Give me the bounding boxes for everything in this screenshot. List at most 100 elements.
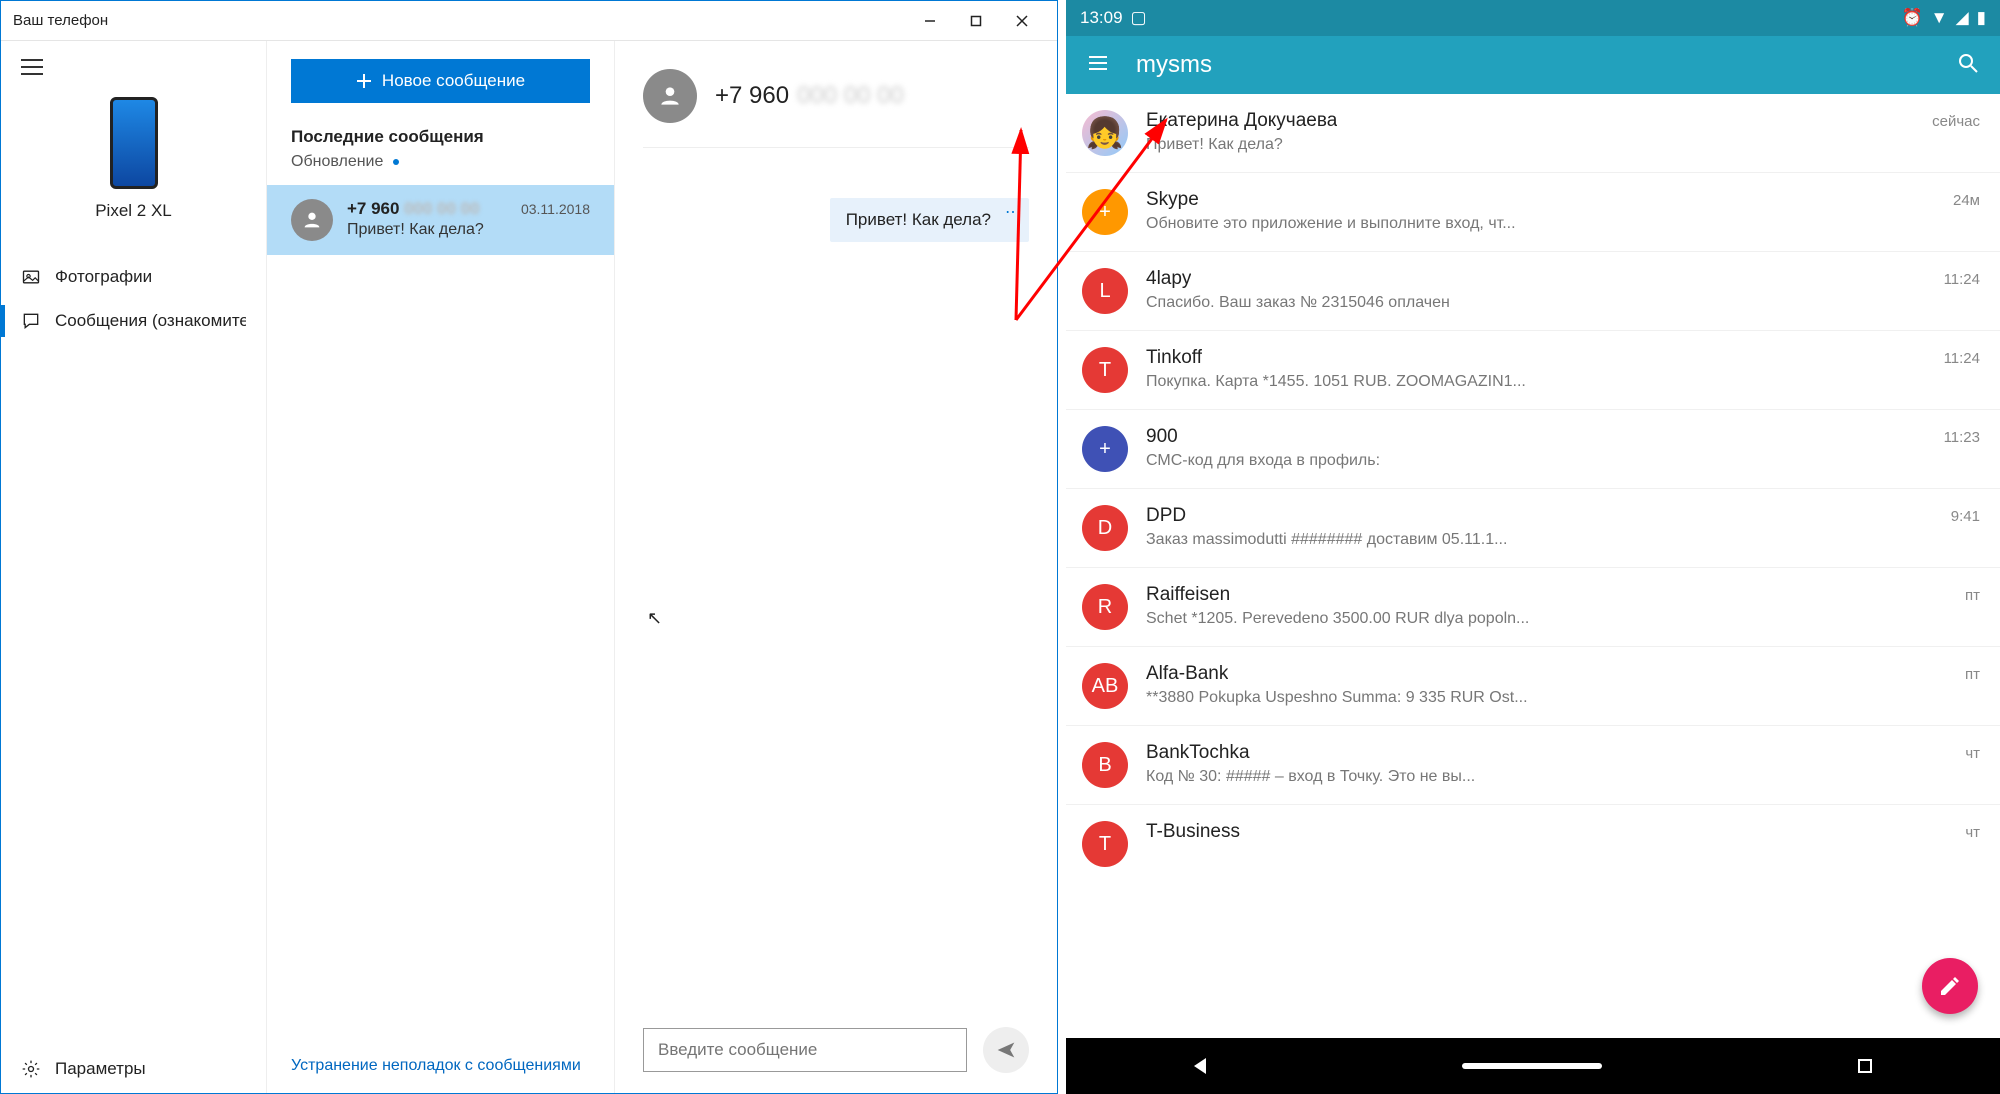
android-phone-screenshot: 13:09 ▢ ⏰ ▼ ◢ ▮ mysms Екатерина Докучаев… — [1066, 0, 2000, 1094]
send-button[interactable] — [983, 1027, 1029, 1073]
sms-preview: СМС-код для входа в профиль: — [1146, 452, 1980, 470]
sms-time: чт — [1965, 745, 1980, 762]
avatar: AB — [1082, 663, 1128, 709]
sms-preview: Покупка. Карта *1455. 1051 RUB. ZOOMAGAZ… — [1146, 373, 1980, 391]
nav-back-button[interactable] — [1194, 1058, 1206, 1074]
search-button[interactable] — [1956, 51, 1980, 80]
sms-time: чт — [1965, 824, 1980, 841]
nav-home-button[interactable] — [1462, 1063, 1602, 1069]
conversation-item[interactable]: +7 960 000 00 00 03.11.2018 Привет! Как … — [267, 185, 614, 255]
photos-icon — [21, 267, 41, 287]
sms-conversation-item[interactable]: ABAlfa-Bankпт**3880 Pokupka Uspeshno Sum… — [1066, 647, 2000, 726]
avatar: + — [1082, 426, 1128, 472]
troubleshoot-link[interactable]: Устранение неполадок с сообщениями — [291, 1057, 581, 1074]
sms-sender-name: Raiffeisen — [1146, 584, 1230, 606]
alarm-icon: ⏰ — [1902, 8, 1923, 28]
phone-preview: Pixel 2 XL — [1, 85, 266, 225]
sms-time: 9:41 — [1951, 508, 1980, 525]
nav-recents-button[interactable] — [1858, 1059, 1872, 1073]
rail-item-messages[interactable]: Сообщения (ознакомительная версия) — [1, 299, 266, 343]
minimize-button[interactable] — [907, 1, 953, 41]
plus-icon — [356, 73, 372, 89]
sms-preview: Заказ massimodutti ######## доставим 05.… — [1146, 531, 1980, 549]
left-rail: Pixel 2 XL Фотографии Сообщения (ознаком… — [1, 41, 267, 1093]
chat-title-number: +7 960 — [715, 82, 789, 110]
recent-messages-title: Последние сообщения — [267, 127, 614, 147]
app-title: mysms — [1136, 51, 1212, 79]
sms-sender-name: Skype — [1146, 189, 1199, 211]
sms-sender-name: DPD — [1146, 505, 1186, 527]
rail-item-photos[interactable]: Фотографии — [1, 255, 266, 299]
sms-sender-name: 900 — [1146, 426, 1178, 448]
android-statusbar: 13:09 ▢ ⏰ ▼ ◢ ▮ — [1066, 0, 2000, 36]
status-time: 13:09 — [1080, 8, 1123, 28]
update-label: Обновление — [291, 153, 383, 171]
avatar — [1082, 110, 1128, 156]
close-button[interactable] — [999, 1, 1045, 41]
sms-conversation-item[interactable]: +Skype24мОбновите это приложение и выпол… — [1066, 173, 2000, 252]
sms-preview: **3880 Pokupka Uspeshno Summa: 9 335 RUR… — [1146, 689, 1980, 707]
sms-time: 11:24 — [1944, 350, 1980, 367]
conversation-number: +7 960 — [347, 199, 399, 218]
avatar — [643, 69, 697, 123]
rail-label: Параметры — [55, 1059, 146, 1079]
rail-item-settings[interactable]: Параметры — [1, 1045, 266, 1093]
sms-conversation-item[interactable]: +900 11:23 СМС-код для входа в профиль: — [1066, 410, 2000, 489]
sms-conversation-item[interactable]: RRaiffeisenптSchet *1205. Perevedeno 350… — [1066, 568, 2000, 647]
conversation-list: Новое сообщение Последние сообщения Обно… — [267, 41, 615, 1093]
status-app-icon: ▢ — [1131, 8, 1147, 28]
outgoing-message-bubble: Привет! Как дела? — [830, 198, 1029, 242]
sms-time: 11:24 — [1944, 271, 1980, 288]
sms-preview: Код № 30: ##### – вход в Точку. Это не в… — [1146, 768, 1980, 786]
rail-label: Фотографии — [55, 267, 152, 287]
sms-time: сейчас — [1932, 113, 1980, 130]
chat-body: Привет! Как дела? ↖ — [643, 148, 1029, 1027]
chat-pane: +7 960 000 00 00 Привет! Как дела? ↖ — [615, 41, 1057, 1093]
app-bar: mysms — [1066, 36, 2000, 94]
rail-label: Сообщения (ознакомительная версия) — [55, 311, 246, 331]
avatar: T — [1082, 821, 1128, 867]
sms-conversation-item[interactable]: T T-Business чт — [1066, 805, 2000, 883]
message-text: Привет! Как дела? — [846, 210, 991, 229]
conversation-number-hidden: 000 00 00 — [404, 199, 480, 218]
compose-fab[interactable] — [1922, 958, 1978, 1014]
sms-sender-name: 4lapy — [1146, 268, 1191, 290]
sms-time: пт — [1965, 666, 1980, 683]
sms-list[interactable]: Екатерина Докучаева сейчас Привет! Как дел… — [1066, 94, 2000, 1038]
sms-sender-name: Tinkoff — [1146, 347, 1202, 369]
your-phone-window: Ваш телефон Pixel 2 XL Фотографии — [0, 0, 1058, 1094]
maximize-button[interactable] — [953, 1, 999, 41]
sms-time: 11:23 — [1944, 429, 1980, 446]
sms-preview: Schet *1205. Perevedeno 3500.00 RUR dlya… — [1146, 610, 1980, 628]
avatar: D — [1082, 505, 1128, 551]
conversation-date: 03.11.2018 — [521, 201, 590, 217]
message-input[interactable] — [643, 1028, 967, 1072]
sms-preview: Привет! Как дела? — [1146, 136, 1980, 154]
wifi-icon: ▼ — [1931, 8, 1948, 28]
avatar: T — [1082, 347, 1128, 393]
sms-conversation-item[interactable]: T Tinkoff 11:24 Покупка. Карта *1455. 1051 … — [1066, 331, 2000, 410]
sms-conversation-item[interactable]: Екатерина Докучаева сейчас Привет! Как дел… — [1066, 94, 2000, 173]
update-row[interactable]: Обновление — [267, 147, 614, 185]
chat-header: +7 960 000 00 00 — [643, 69, 1029, 148]
update-dot-icon — [393, 159, 399, 165]
battery-icon: ▮ — [1977, 8, 1986, 28]
sms-preview: Обновите это приложение и выполните вход… — [1146, 215, 1980, 233]
mouse-cursor-icon: ↖ — [647, 608, 662, 629]
new-message-button[interactable]: Новое сообщение — [291, 59, 590, 103]
drawer-button[interactable] — [1086, 51, 1110, 80]
hamburger-button[interactable] — [21, 59, 43, 75]
sms-conversation-item[interactable]: BBankTochkaчтКод № 30: ##### – вход в То… — [1066, 726, 2000, 805]
sms-time: пт — [1965, 587, 1980, 604]
phone-name: Pixel 2 XL — [95, 201, 172, 221]
sms-conversation-item[interactable]: L4lapy11:24Спасибо. Ваш заказ № 2315046 … — [1066, 252, 2000, 331]
chat-title-hidden: 000 00 00 — [797, 82, 904, 110]
sms-sender-name: Екатерина Докучаева — [1146, 110, 1337, 132]
gear-icon — [21, 1059, 41, 1079]
phone-illustration — [110, 97, 158, 189]
avatar: B — [1082, 742, 1128, 788]
sms-sender-name: T-Business — [1146, 821, 1240, 843]
new-message-label: Новое сообщение — [382, 71, 525, 91]
sms-conversation-item[interactable]: D DPD 9:41 Заказ massimodutti ######## дост… — [1066, 489, 2000, 568]
avatar: + — [1082, 189, 1128, 235]
